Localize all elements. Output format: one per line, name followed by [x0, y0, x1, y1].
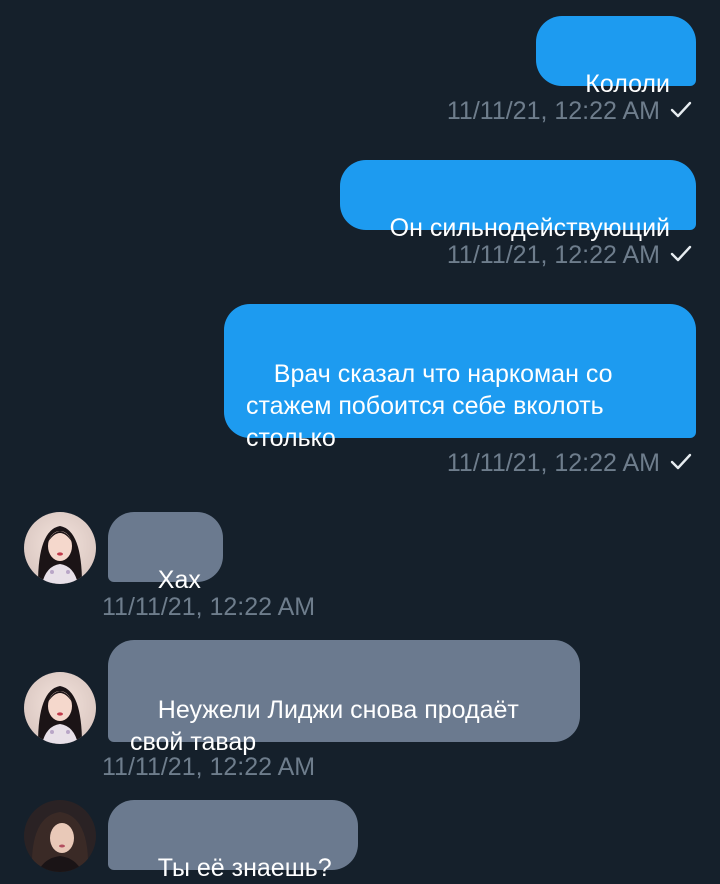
outgoing-message-bubble[interactable]: Он сильнодействующий — [339, 160, 696, 242]
outgoing-message-bubble[interactable]: Врач сказал что наркоман со стажем побои… — [224, 304, 696, 452]
message-meta: 11/11/21, 12:22 AM — [447, 448, 692, 479]
message-timestamp: 11/11/21, 12:22 AM — [446, 97, 660, 125]
user-avatar[interactable] — [24, 512, 96, 584]
message-timestamp: 11/11/21, 12:22 AM — [446, 241, 660, 269]
message-text: Кололи — [585, 70, 670, 98]
message-timestamp: 11/11/21, 12:22 AM — [446, 449, 660, 477]
message-text: Врач сказал что наркоман со стажем побои… — [246, 360, 613, 452]
user-avatar[interactable] — [24, 672, 96, 744]
message-meta: 11/11/21, 12:22 AM — [102, 592, 315, 622]
incoming-message-bubble[interactable]: Ты её знаешь? — [108, 800, 358, 882]
message-timestamp: 11/11/21, 12:22 AM — [102, 593, 316, 621]
message-meta: 11/11/21, 12:22 AM — [447, 96, 692, 127]
message-meta: 11/11/21, 12:22 AM — [447, 240, 692, 271]
message-thread: Кололи 11/11/21, 12:22 AM Он сильнодейст… — [0, 0, 720, 884]
incoming-message-bubble[interactable]: Неужели Лиджи снова продаёт свой тавар — [108, 640, 580, 756]
message-text: Хах — [157, 566, 201, 594]
checkmark-icon — [670, 449, 692, 479]
checkmark-icon — [670, 241, 692, 271]
user-avatar-2[interactable] — [24, 800, 96, 872]
message-text: Неужели Лиджи снова продаёт свой тавар — [130, 696, 519, 756]
outgoing-message-bubble[interactable]: Кололи — [535, 16, 696, 98]
incoming-message-bubble[interactable]: Хах — [108, 512, 223, 594]
checkmark-icon — [670, 97, 692, 127]
message-text: Он сильнодействующий — [389, 214, 670, 242]
message-meta: 11/11/21, 12:22 AM — [102, 752, 315, 782]
message-text: Ты её знаешь? — [157, 854, 332, 882]
message-timestamp: 11/11/21, 12:22 AM — [102, 753, 316, 781]
